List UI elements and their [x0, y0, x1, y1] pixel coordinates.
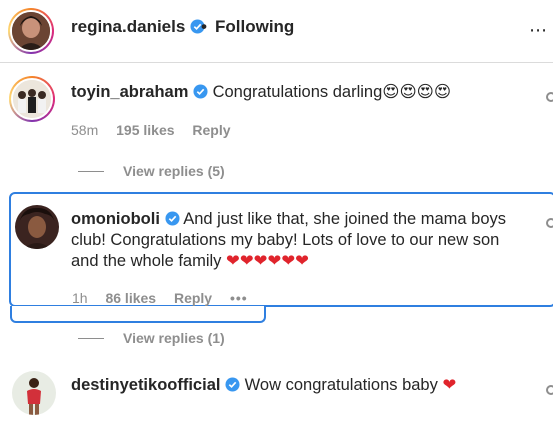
header-separator: •	[201, 17, 207, 36]
comment-like-icon[interactable]	[546, 218, 553, 228]
highlight-box-tab	[10, 306, 266, 323]
comment-username[interactable]: omonioboli	[71, 210, 160, 228]
comment-body-line3-text: and the whole family	[71, 252, 222, 270]
reply-button[interactable]: Reply	[174, 290, 212, 306]
comment-text: omonioboli And just like that, she joine…	[71, 208, 506, 230]
following-button[interactable]: Following	[215, 17, 294, 37]
replies-divider	[78, 171, 104, 172]
comment-meta: 1h 86 likes Reply •••	[72, 290, 262, 306]
comment-more-icon[interactable]: •••	[230, 290, 248, 306]
more-options-icon[interactable]: ⋯	[529, 20, 548, 41]
header-username[interactable]: regina.daniels	[71, 17, 205, 37]
comment-meta: 58m 195 likes Reply	[71, 122, 245, 138]
view-replies-button[interactable]: View replies (1)	[123, 330, 225, 346]
view-replies-button[interactable]: View replies (5)	[123, 163, 225, 179]
post-header: regina.daniels • Following ⋯	[0, 0, 553, 62]
comment-body-line3: and the whole family ❤❤❤❤❤❤	[71, 250, 309, 272]
comment-text: toyin_abraham Congratulations darling😍😍😍…	[71, 81, 451, 103]
reply-button[interactable]: Reply	[192, 122, 230, 138]
comment-likes[interactable]: 86 likes	[105, 290, 156, 306]
comment-username[interactable]: destinyetikoofficial	[71, 376, 220, 394]
comment-avatar-omonioboli[interactable]	[15, 205, 59, 249]
emoji-hearts: ❤❤❤❤❤❤	[226, 252, 309, 270]
comment-like-icon[interactable]	[546, 385, 553, 395]
verified-badge-icon	[225, 377, 240, 392]
header-divider	[0, 62, 553, 63]
comment-like-icon[interactable]	[546, 92, 553, 102]
replies-divider	[78, 338, 104, 339]
comment-username[interactable]: toyin_abraham	[71, 83, 188, 101]
verified-badge-icon	[193, 84, 208, 99]
profile-avatar[interactable]	[8, 8, 54, 54]
emoji-heart-eyes: 😍😍😍😍	[382, 83, 452, 101]
header-username-text[interactable]: regina.daniels	[71, 17, 185, 36]
comment-body: Wow congratulations baby	[244, 376, 438, 394]
verified-badge-icon	[164, 211, 180, 226]
emoji-heart: ❤	[442, 376, 457, 394]
comment-likes[interactable]: 195 likes	[116, 122, 174, 138]
comment-body: Congratulations darling	[212, 83, 383, 101]
comment-time: 58m	[71, 122, 99, 138]
comment-text: destinyetikoofficial Wow congratulations…	[71, 374, 456, 396]
comment-body-line2: club! Congratulations my baby! Lots of l…	[71, 231, 500, 249]
comment-time: 1h	[72, 290, 88, 306]
comment-avatar-toyin[interactable]	[9, 76, 55, 122]
comment-avatar-destiny[interactable]	[12, 371, 56, 415]
comment-body-line1: And just like that, she joined the mama …	[183, 210, 507, 228]
